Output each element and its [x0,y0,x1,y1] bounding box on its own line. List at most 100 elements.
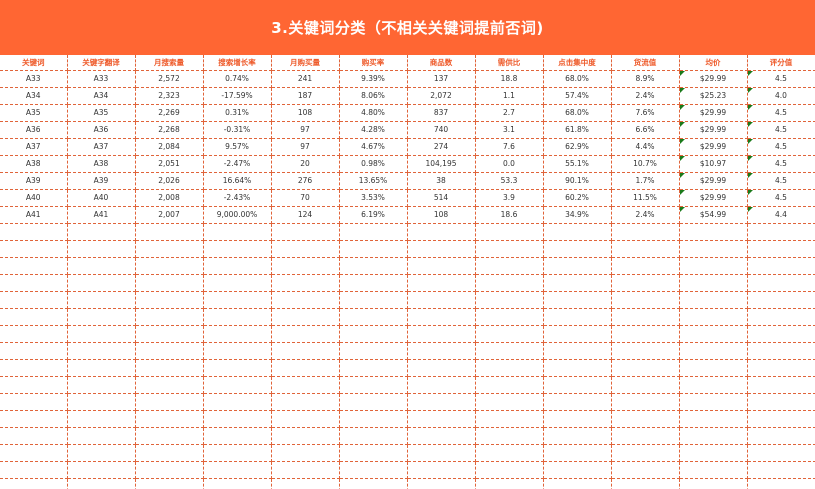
table-cell[interactable]: 10.7% [611,155,680,173]
table-cell[interactable]: 7.6 [475,138,544,156]
table-cell[interactable]: $10.97 [679,155,748,173]
empty-cell[interactable] [407,393,476,411]
table-cell[interactable]: 1.1 [475,87,544,105]
table-cell[interactable]: A38 [0,155,68,173]
table-cell[interactable]: $29.99 [679,138,748,156]
empty-cell[interactable] [747,308,815,326]
column-header[interactable]: 月购买量 [271,55,340,71]
empty-cell[interactable] [203,444,272,462]
empty-cell[interactable] [135,291,204,309]
table-cell[interactable]: $25.23 [679,87,748,105]
empty-cell[interactable] [67,410,136,428]
empty-cell[interactable] [203,325,272,343]
table-cell[interactable]: 4.0 [747,87,815,105]
empty-cell[interactable] [0,257,68,275]
empty-cell[interactable] [611,376,680,394]
empty-cell[interactable] [475,427,544,445]
empty-cell[interactable] [747,240,815,258]
empty-cell[interactable] [475,359,544,377]
empty-cell[interactable] [475,461,544,479]
empty-cell[interactable] [339,461,408,479]
table-cell[interactable]: 9.57% [203,138,272,156]
empty-cell[interactable] [747,291,815,309]
empty-cell[interactable] [747,478,815,489]
table-cell[interactable]: 4.5 [747,155,815,173]
empty-cell[interactable] [611,223,680,241]
table-cell[interactable]: $29.99 [679,172,748,190]
table-cell[interactable]: 0.0 [475,155,544,173]
empty-cell[interactable] [67,427,136,445]
table-cell[interactable]: 108 [271,104,340,122]
empty-cell[interactable] [67,308,136,326]
empty-cell[interactable] [339,427,408,445]
empty-cell[interactable] [407,257,476,275]
empty-cell[interactable] [611,461,680,479]
table-cell[interactable]: $54.99 [679,206,748,224]
table-cell[interactable]: 11.5% [611,189,680,207]
empty-cell[interactable] [135,393,204,411]
empty-cell[interactable] [67,393,136,411]
empty-cell[interactable] [407,359,476,377]
empty-cell[interactable] [475,444,544,462]
table-cell[interactable]: 2,269 [135,104,204,122]
empty-cell[interactable] [339,291,408,309]
table-cell[interactable]: 241 [271,70,340,88]
table-cell[interactable]: A33 [67,70,136,88]
empty-cell[interactable] [339,274,408,292]
empty-cell[interactable] [543,257,612,275]
empty-cell[interactable] [475,308,544,326]
empty-cell[interactable] [611,308,680,326]
empty-cell[interactable] [135,325,204,343]
table-cell[interactable]: A35 [0,104,68,122]
empty-cell[interactable] [407,444,476,462]
table-cell[interactable]: 61.8% [543,121,612,139]
empty-cell[interactable] [67,274,136,292]
table-cell[interactable]: -2.47% [203,155,272,173]
empty-cell[interactable] [679,274,748,292]
table-cell[interactable]: 2,026 [135,172,204,190]
empty-cell[interactable] [407,478,476,489]
empty-cell[interactable] [679,461,748,479]
empty-cell[interactable] [543,376,612,394]
empty-cell[interactable] [0,308,68,326]
table-cell[interactable]: $29.99 [679,121,748,139]
empty-cell[interactable] [543,342,612,360]
empty-cell[interactable] [271,444,340,462]
empty-cell[interactable] [339,393,408,411]
table-cell[interactable]: 62.9% [543,138,612,156]
empty-cell[interactable] [407,427,476,445]
table-cell[interactable]: 1.7% [611,172,680,190]
table-cell[interactable]: 4.80% [339,104,408,122]
table-cell[interactable]: 90.1% [543,172,612,190]
empty-cell[interactable] [203,393,272,411]
empty-cell[interactable] [679,223,748,241]
empty-cell[interactable] [203,291,272,309]
empty-cell[interactable] [679,359,748,377]
table-cell[interactable]: 4.5 [747,104,815,122]
empty-cell[interactable] [67,223,136,241]
empty-cell[interactable] [747,274,815,292]
empty-cell[interactable] [679,325,748,343]
table-cell[interactable]: 2,051 [135,155,204,173]
table-cell[interactable]: 2,572 [135,70,204,88]
table-cell[interactable]: A36 [67,121,136,139]
empty-cell[interactable] [543,223,612,241]
table-cell[interactable]: A37 [67,138,136,156]
empty-cell[interactable] [339,240,408,258]
table-cell[interactable]: 3.1 [475,121,544,139]
empty-cell[interactable] [271,274,340,292]
table-cell[interactable]: 68.0% [543,70,612,88]
empty-cell[interactable] [203,461,272,479]
spreadsheet-grid[interactable]: 关键词 关键字翻译 月搜索量 搜索增长率 月购买量 购买率 商品数 需供比 点击集中度 货流值 均价… [0,55,815,489]
empty-cell[interactable] [271,478,340,489]
empty-cell[interactable] [0,376,68,394]
empty-cell[interactable] [543,393,612,411]
empty-cell[interactable] [679,410,748,428]
table-cell[interactable]: 4.4% [611,138,680,156]
table-cell[interactable]: 9.39% [339,70,408,88]
column-header[interactable]: 需供比 [475,55,544,71]
empty-cell[interactable] [271,342,340,360]
table-cell[interactable]: 6.19% [339,206,408,224]
empty-cell[interactable] [611,444,680,462]
empty-cell[interactable] [543,325,612,343]
